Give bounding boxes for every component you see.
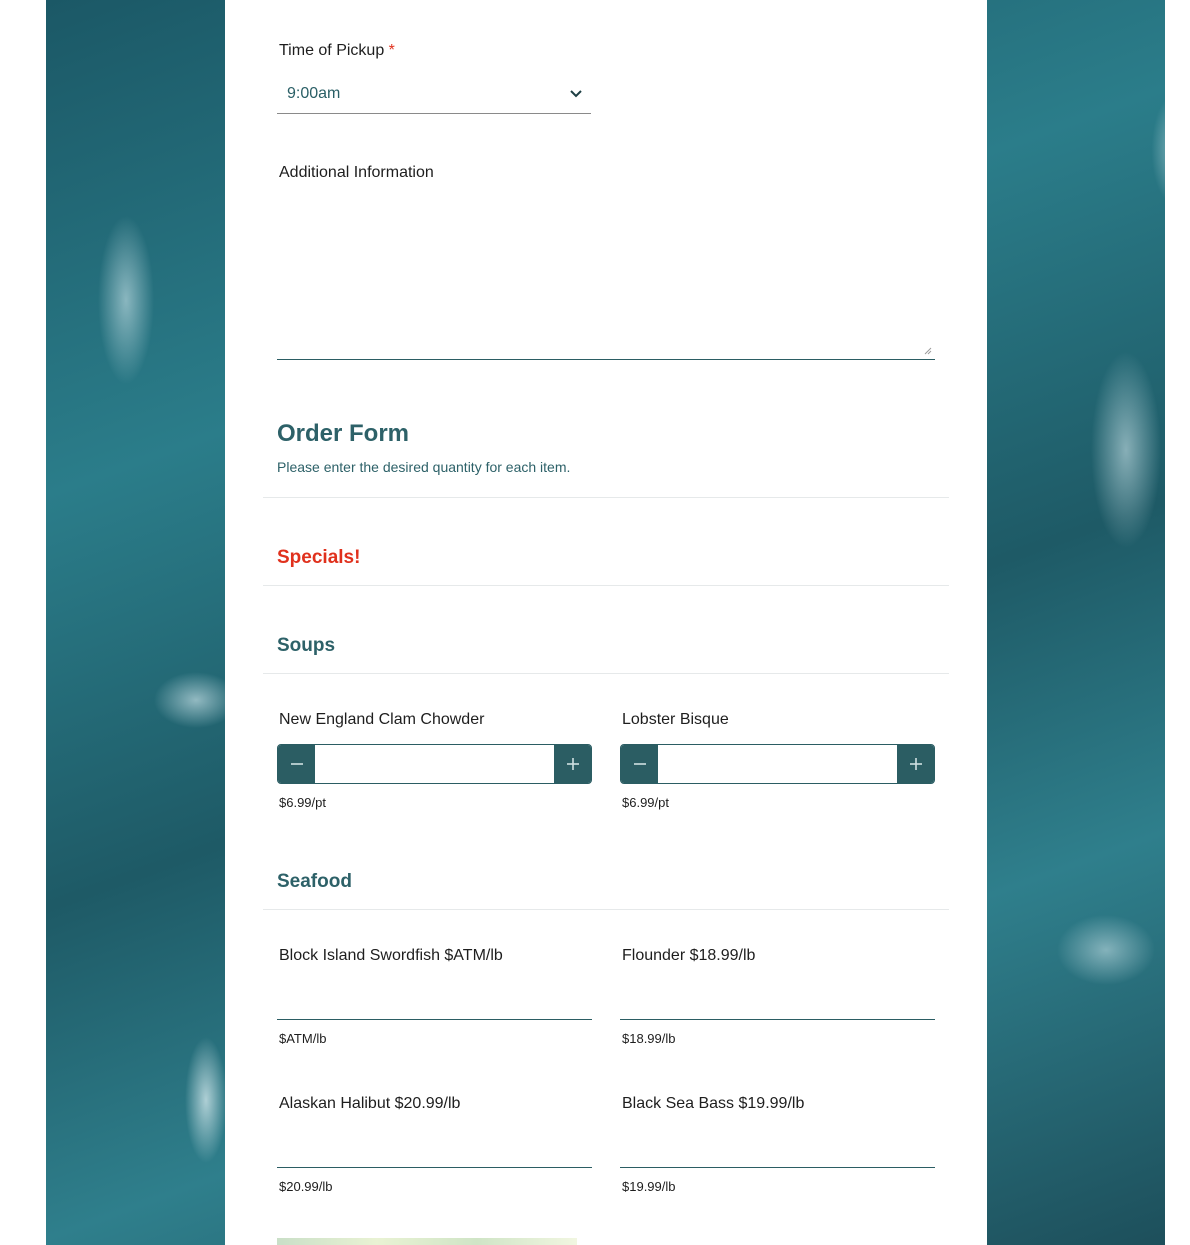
additional-info-label: Additional Information [279, 164, 434, 181]
resize-handle-icon[interactable] [924, 347, 932, 355]
order-form-subtitle: Please enter the desired quantity for ea… [277, 459, 571, 475]
clam-chowder-price: $6.99/pt [279, 795, 326, 810]
clam-chowder-increment-button[interactable] [554, 745, 591, 783]
swordfish-label: Block Island Swordfish $ATM/lb [279, 947, 503, 964]
lobster-bisque-decrement-button[interactable] [621, 745, 658, 783]
flounder-input[interactable] [620, 1019, 935, 1020]
lobster-bisque-increment-button[interactable] [897, 745, 934, 783]
plus-icon [910, 758, 922, 770]
clam-chowder-quantity-stepper [277, 744, 592, 784]
halibut-input[interactable] [277, 1167, 592, 1168]
clam-chowder-decrement-button[interactable] [278, 745, 315, 783]
swordfish-input[interactable] [277, 1019, 592, 1020]
specials-heading: Specials! [277, 547, 361, 568]
lobster-bisque-price: $6.99/pt [622, 795, 669, 810]
seafood-heading: Seafood [277, 871, 352, 892]
halibut-label: Alaskan Halibut $20.99/lb [279, 1095, 461, 1112]
soups-heading: Soups [277, 635, 336, 656]
required-asterisk: * [388, 42, 395, 59]
pickup-time-selected-value: 9:00am [287, 85, 341, 102]
section-divider [263, 585, 949, 586]
minus-icon [634, 763, 646, 765]
minus-icon [291, 763, 303, 765]
chevron-down-icon [570, 90, 582, 98]
section-divider [263, 497, 949, 498]
section-divider [263, 909, 949, 910]
clam-chowder-quantity-input[interactable] [315, 745, 554, 783]
section-divider [263, 673, 949, 674]
pickup-time-select[interactable]: 9:00am [277, 76, 591, 114]
next-item-image-edge [277, 1238, 577, 1245]
swordfish-price: $ATM/lb [279, 1031, 327, 1046]
clam-chowder-label: New England Clam Chowder [279, 711, 485, 728]
plus-icon [567, 758, 579, 770]
lobster-bisque-quantity-stepper [620, 744, 935, 784]
black-sea-bass-label: Black Sea Bass $19.99/lb [622, 1095, 805, 1112]
black-sea-bass-input[interactable] [620, 1167, 935, 1168]
black-sea-bass-price: $19.99/lb [622, 1179, 676, 1194]
lobster-bisque-quantity-input[interactable] [658, 745, 897, 783]
pickup-time-label: Time of Pickup * [279, 42, 395, 60]
flounder-label: Flounder $18.99/lb [622, 947, 756, 964]
additional-info-textarea[interactable] [277, 194, 935, 360]
form-panel [225, 0, 987, 1245]
halibut-price: $20.99/lb [279, 1179, 333, 1194]
lobster-bisque-label: Lobster Bisque [622, 711, 729, 728]
flounder-price: $18.99/lb [622, 1031, 676, 1046]
pickup-time-label-text: Time of Pickup [279, 42, 385, 59]
order-form-title: Order Form [277, 420, 410, 447]
